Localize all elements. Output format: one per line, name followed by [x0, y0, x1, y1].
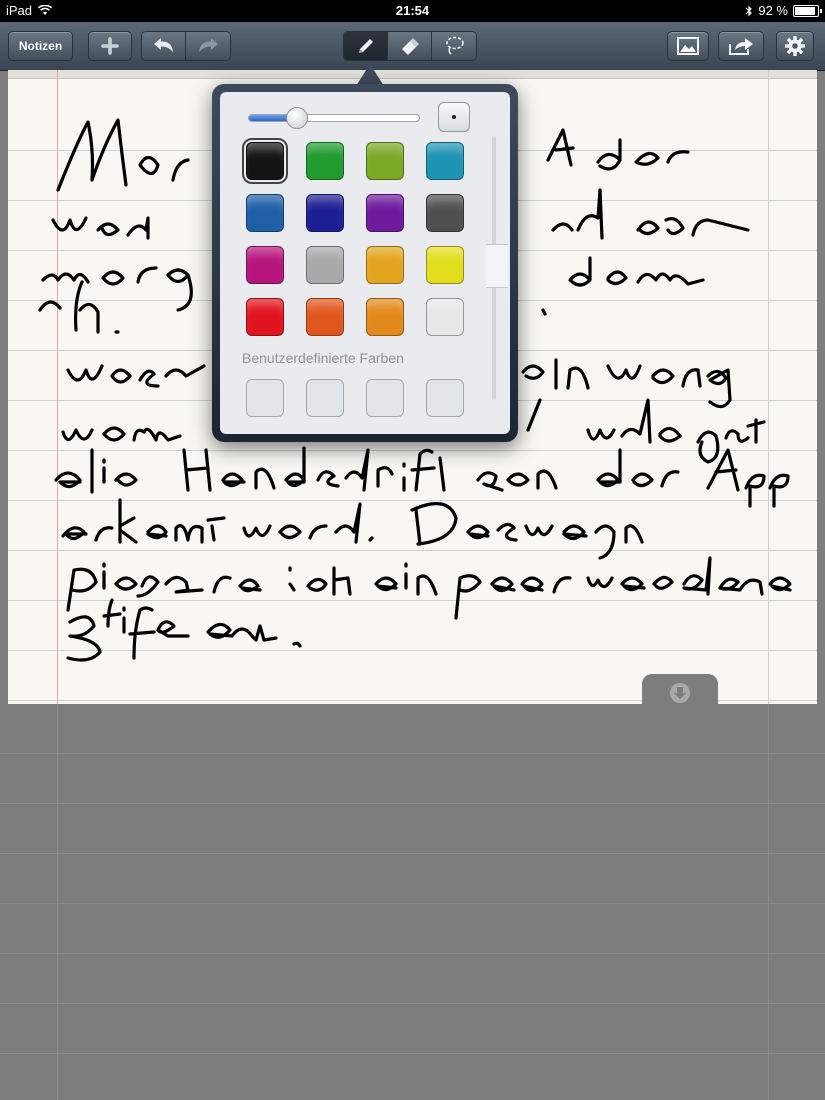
add-note-button[interactable]: [88, 31, 132, 61]
lasso-tool-button[interactable]: [432, 32, 476, 60]
color-swatch[interactable]: [366, 298, 404, 336]
custom-color-slot[interactable]: [366, 379, 404, 417]
color-swatch[interactable]: [246, 194, 284, 232]
pen-tool-button[interactable]: [344, 32, 388, 60]
status-bar: iPad 21:54 92 %: [0, 0, 825, 22]
download-arrow-icon: [670, 683, 690, 703]
plus-icon: [101, 37, 119, 55]
pen-dot-icon: [452, 115, 456, 119]
color-swatch[interactable]: [426, 298, 464, 336]
bluetooth-icon: [745, 5, 753, 16]
share-button[interactable]: [718, 31, 764, 61]
popover-arrow: [356, 64, 384, 86]
custom-color-slot[interactable]: [306, 379, 344, 417]
collapse-keyboard-tab[interactable]: [642, 674, 718, 706]
color-swatch[interactable]: [306, 142, 344, 180]
custom-colors-label: Benutzerdefinierte Farben: [242, 350, 404, 366]
color-swatch[interactable]: [426, 142, 464, 180]
color-swatch[interactable]: [306, 194, 344, 232]
custom-color-slot[interactable]: [426, 379, 464, 417]
share-icon: [729, 38, 753, 55]
color-swatch[interactable]: [306, 246, 344, 284]
dimmed-area[interactable]: [0, 704, 825, 1100]
battery-percent: 92 %: [758, 3, 788, 18]
slider-thumb[interactable]: [285, 107, 308, 129]
color-swatch[interactable]: [366, 142, 404, 180]
eraser-icon: [401, 38, 419, 55]
undo-icon: [153, 38, 173, 52]
gear-icon: [785, 36, 805, 56]
notes-button[interactable]: Notizen: [8, 31, 73, 61]
lasso-icon: [446, 36, 464, 55]
pen-size-preview-button[interactable]: [438, 102, 470, 132]
color-swatch[interactable]: [366, 246, 404, 284]
pen-size-slider[interactable]: [248, 107, 420, 129]
toolbar: Notizen: [0, 22, 825, 71]
tool-selector: [343, 31, 477, 61]
scrollbar-thumb[interactable]: [486, 244, 508, 288]
settings-button[interactable]: [776, 31, 814, 61]
color-swatch[interactable]: [426, 194, 464, 232]
eraser-tool-button[interactable]: [388, 32, 432, 60]
image-icon: [677, 37, 699, 55]
color-picker-panel: Benutzerdefinierte Farben: [220, 92, 510, 434]
color-picker-popover: Benutzerdefinierte Farben: [212, 84, 518, 442]
color-swatch[interactable]: [246, 246, 284, 284]
custom-color-slot[interactable]: [246, 379, 284, 417]
clock: 21:54: [395, 3, 430, 18]
undo-button[interactable]: [142, 32, 186, 60]
pen-icon: [358, 39, 373, 53]
battery-icon: [793, 4, 822, 17]
color-swatch[interactable]: [366, 194, 404, 232]
color-swatch[interactable]: [242, 138, 288, 184]
color-swatch[interactable]: [426, 246, 464, 284]
redo-button[interactable]: [186, 32, 230, 60]
undo-redo-group: [141, 31, 231, 61]
color-swatch[interactable]: [306, 298, 344, 336]
color-swatch[interactable]: [246, 298, 284, 336]
redo-icon: [199, 38, 218, 52]
insert-image-button[interactable]: [667, 31, 709, 61]
